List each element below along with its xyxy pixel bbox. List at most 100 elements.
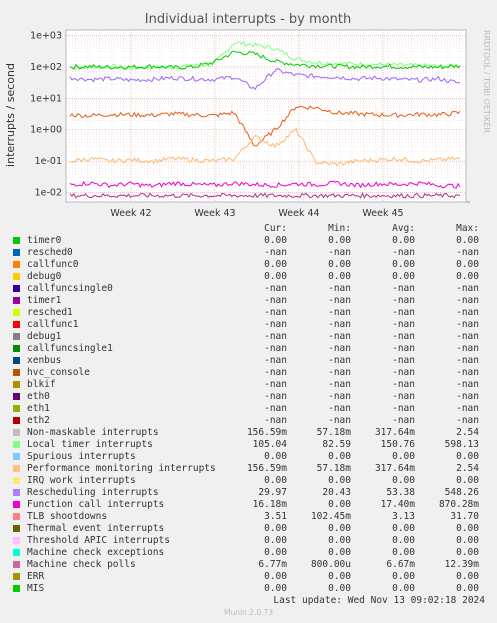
legend-cur: 0.00 <box>264 259 287 270</box>
legend-avg: -nan <box>392 379 415 390</box>
legend-row: debug0 0.00 0.00 0.00 0.00 <box>12 271 490 283</box>
chart-title: Individual interrupts - by month <box>145 12 351 27</box>
legend-row: hvc_console -nan -nan -nan -nan <box>12 367 490 379</box>
legend-min: -nan <box>328 391 351 402</box>
legend-swatch <box>13 333 20 340</box>
legend-row: callfuncsingle1 -nan -nan -nan -nan <box>12 343 490 355</box>
legend-min: 82.59 <box>322 439 351 450</box>
legend-min: -nan <box>328 295 351 306</box>
legend-name: Thermal event interrupts <box>27 523 165 534</box>
legend-max: 0.00 <box>456 571 479 582</box>
legend-min: 0.00 <box>328 235 351 246</box>
legend-cur: 0.00 <box>264 547 287 558</box>
legend-max: 0.00 <box>456 259 479 270</box>
legend-min: 0.00 <box>328 451 351 462</box>
legend-row: Threshold APIC interrupts 0.00 0.00 0.00 0.0… <box>12 535 490 547</box>
legend-name: eth0 <box>27 391 50 402</box>
legend-max: 0.00 <box>456 535 479 546</box>
legend-avg: 317.64m <box>374 427 415 438</box>
legend-row: resched0 -nan -nan -nan -nan <box>12 247 490 259</box>
legend-max: -nan <box>456 283 479 294</box>
last-update: Last update: Wed Nov 13 09:02:18 2024 <box>273 595 485 606</box>
legend-cur: 156.59m <box>246 427 287 438</box>
legend-swatch <box>13 477 20 484</box>
legend-name: eth1 <box>27 403 50 414</box>
legend-row: xenbus -nan -nan -nan -nan <box>12 355 490 367</box>
y-axis-label: interrupts / second <box>4 63 17 167</box>
legend-cur: -nan <box>264 379 287 390</box>
legend-swatch <box>13 237 20 244</box>
legend-swatch <box>13 309 20 316</box>
legend-max: 598.13 <box>444 439 479 450</box>
legend-row: Function call interrupts 16.18m 0.00 17.40m… <box>12 499 490 511</box>
legend-name: xenbus <box>27 355 62 366</box>
legend-max: 0.00 <box>456 523 479 534</box>
y-tick-label: 1e+02 <box>30 62 62 73</box>
legend-name: ERR <box>27 571 45 582</box>
legend-name: resched0 <box>27 247 73 258</box>
legend-cur: 105.04 <box>252 439 287 450</box>
legend-name: Local timer interrupts <box>27 439 153 450</box>
legend-cur: -nan <box>264 355 287 366</box>
legend-max: -nan <box>456 331 479 342</box>
legend-name: callfunc0 <box>27 259 79 270</box>
legend-max: -nan <box>456 415 479 426</box>
legend-swatch <box>13 273 20 280</box>
legend-max: 0.00 <box>456 583 479 594</box>
legend-max: -nan <box>456 343 479 354</box>
legend-row: eth2 -nan -nan -nan -nan <box>12 415 490 427</box>
legend-name: blkif <box>27 379 56 390</box>
legend-min: 20.43 <box>322 487 351 498</box>
legend-swatch <box>13 285 20 292</box>
rrdtool-credit: RRDTOOL / TOBI OETIKER <box>482 30 491 133</box>
legend-header-avg: Avg: <box>392 223 415 234</box>
legend-min: 0.00 <box>328 583 351 594</box>
legend-min: 800.00u <box>310 559 351 570</box>
legend-max: 12.39m <box>444 559 479 570</box>
legend-min: 0.00 <box>328 571 351 582</box>
legend-row: Thermal event interrupts 0.00 0.00 0.00 0.00 <box>12 523 490 535</box>
legend-name: resched1 <box>27 307 73 318</box>
legend: Cur: Min: Avg: Max: timer0 0.00 0.00 0.00 0.… <box>12 223 490 595</box>
legend-swatch <box>13 501 20 508</box>
legend-name: Spurious interrupts <box>27 451 136 462</box>
legend-min: 57.18m <box>316 463 351 474</box>
legend-max: -nan <box>456 379 479 390</box>
legend-name: hvc_console <box>27 367 90 378</box>
legend-max: -nan <box>456 355 479 366</box>
legend-row: Spurious interrupts 0.00 0.00 0.00 0.00 <box>12 451 490 463</box>
legend-cur: -nan <box>264 331 287 342</box>
legend-cur: 16.18m <box>252 499 287 510</box>
legend-name: TLB shootdowns <box>27 511 108 522</box>
legend-avg: 0.00 <box>392 547 415 558</box>
legend-rows: timer0 0.00 0.00 0.00 0.00 resched0 -nan -nan -n… <box>12 235 490 595</box>
legend-cur: 6.77m <box>258 559 287 570</box>
legend-swatch <box>13 429 20 436</box>
legend-avg: 0.00 <box>392 451 415 462</box>
legend-avg: 53.38 <box>386 487 415 498</box>
legend-min: 0.00 <box>328 271 351 282</box>
legend-avg: -nan <box>392 367 415 378</box>
legend-row: timer0 0.00 0.00 0.00 0.00 <box>12 235 490 247</box>
x-tick-label: Week 42 <box>110 208 151 219</box>
legend-header: Cur: Min: Avg: Max: <box>12 223 490 235</box>
legend-name: Machine check polls <box>27 559 136 570</box>
legend-min: -nan <box>328 247 351 258</box>
y-tick-label: 1e+00 <box>30 125 62 136</box>
legend-max: 2.54 <box>456 463 479 474</box>
legend-row: callfunc0 0.00 0.00 0.00 0.00 <box>12 259 490 271</box>
legend-cur: -nan <box>264 391 287 402</box>
legend-cur: -nan <box>264 319 287 330</box>
legend-row: Local timer interrupts 105.04 82.59 150.76 5… <box>12 439 490 451</box>
legend-swatch <box>13 261 20 268</box>
legend-row: Machine check exceptions 0.00 0.00 0.00 0.00 <box>12 547 490 559</box>
legend-row: callfunc1 -nan -nan -nan -nan <box>12 319 490 331</box>
legend-cur: 0.00 <box>264 571 287 582</box>
y-tick-label: 1e+03 <box>30 31 62 42</box>
legend-min: -nan <box>328 283 351 294</box>
legend-avg: 0.00 <box>392 583 415 594</box>
x-tick-label: Week 43 <box>194 208 235 219</box>
legend-cur: -nan <box>264 415 287 426</box>
legend-min: -nan <box>328 331 351 342</box>
legend-header-name <box>27 223 223 235</box>
